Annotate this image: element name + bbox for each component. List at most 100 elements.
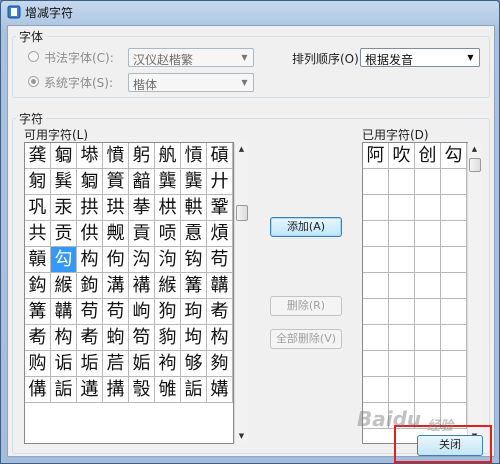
char-cell[interactable]: 韝 [51,299,77,325]
char-cell[interactable]: 唝 [155,221,181,247]
char-cell[interactable]: 共 [25,221,51,247]
used-char-cell[interactable] [415,299,441,325]
char-cell[interactable]: 憤 [103,143,129,169]
char-cell[interactable]: 緱 [51,273,77,299]
char-cell[interactable]: 供 [77,221,103,247]
char-cell[interactable]: 泃 [155,247,181,273]
char-cell[interactable]: 玽 [181,299,207,325]
char-cell[interactable]: 溝 [103,273,129,299]
used-char-cell[interactable] [441,351,467,377]
used-char-cell[interactable] [441,247,467,273]
char-cell[interactable]: 珙 [103,195,129,221]
used-char-cell[interactable] [441,377,467,403]
char-cell[interactable]: 够 [181,351,207,377]
used-char-cell[interactable] [389,169,415,195]
char-cell[interactable]: 沟 [129,247,155,273]
char-cell[interactable]: 拲 [129,195,155,221]
calligraphy-font-select[interactable]: 汉仪赵楷繁 ▼ [128,48,254,67]
char-cell[interactable]: 龔 [181,169,207,195]
char-cell[interactable]: 苟 [103,299,129,325]
used-char-cell[interactable] [415,325,441,351]
char-cell[interactable]: 苟 [207,247,233,273]
used-char-cell[interactable] [363,169,389,195]
char-cell[interactable]: 傋 [25,377,51,403]
char-cell[interactable]: 狗 [155,299,181,325]
used-char-cell[interactable] [389,325,415,351]
char-cell[interactable]: 鞏 [207,195,233,221]
char-cell[interactable]: 坸 [181,325,207,351]
delete-all-button[interactable]: 全部删除(V) [270,329,342,349]
used-char-cell[interactable] [389,221,415,247]
char-cell[interactable]: 熕 [207,221,233,247]
char-cell[interactable]: 购 [25,351,51,377]
char-cell[interactable]: 笱 [129,325,155,351]
used-char-cell[interactable]: 勾 [441,143,467,169]
used-char-cell[interactable] [415,247,441,273]
used-char-cell[interactable] [441,169,467,195]
used-chars-grid[interactable]: 阿吹创勾 [362,142,468,444]
used-char-cell[interactable] [415,273,441,299]
char-cell[interactable]: 遘 [77,377,103,403]
used-char-cell[interactable] [389,195,415,221]
used-char-cell[interactable] [415,195,441,221]
char-cell[interactable]: 巩 [25,195,51,221]
used-char-cell[interactable]: 阿 [363,143,389,169]
used-chars-scrollbar[interactable]: ▲ ▼ [467,143,481,443]
char-cell[interactable]: 勾 [51,247,77,273]
char-cell[interactable]: 拱 [77,195,103,221]
char-cell[interactable]: 貢 [129,221,155,247]
char-cell[interactable]: 栱 [155,195,181,221]
used-char-cell[interactable] [441,325,467,351]
char-cell[interactable]: 耇 [77,325,103,351]
char-cell[interactable]: 廾 [207,169,233,195]
used-char-cell[interactable] [389,377,415,403]
char-cell[interactable]: 詬 [181,377,207,403]
char-cell[interactable]: 夠 [207,351,233,377]
char-cell[interactable]: 媾 [207,377,233,403]
char-cell[interactable]: 愩 [181,143,207,169]
used-char-cell[interactable]: 吹 [389,143,415,169]
char-cell[interactable]: 耇 [25,325,51,351]
close-button[interactable]: 关闭 [417,435,483,456]
system-font-select[interactable]: 楷体 ▼ [128,73,254,92]
used-char-cell[interactable] [441,195,467,221]
char-cell[interactable]: 袧 [155,351,181,377]
used-char-cell[interactable] [389,299,415,325]
char-cell[interactable]: 髸 [51,169,77,195]
char-cell[interactable]: 輁 [181,195,207,221]
used-char-cell[interactable] [363,325,389,351]
char-cell[interactable]: 构 [207,325,233,351]
char-cell[interactable]: 垢 [77,351,103,377]
used-char-cell[interactable] [363,273,389,299]
char-cell[interactable]: 褠 [129,273,155,299]
used-char-cell[interactable] [441,273,467,299]
char-cell[interactable]: 匔 [77,169,103,195]
char-cell[interactable]: 搆 [103,377,129,403]
char-cell[interactable]: 构 [51,325,77,351]
char-cell[interactable]: 塨 [77,143,103,169]
char-cell[interactable]: 豿 [155,325,181,351]
system-font-radio[interactable] [28,76,39,87]
used-char-cell[interactable] [415,169,441,195]
used-char-cell[interactable] [389,247,415,273]
char-cell[interactable]: 篢 [103,169,129,195]
scroll-thumb[interactable] [236,205,248,221]
calligraphy-font-radio[interactable] [28,51,39,62]
char-cell[interactable]: 躬 [129,143,155,169]
char-cell[interactable]: 篝 [25,299,51,325]
char-cell[interactable]: 鈎 [25,273,51,299]
char-cell[interactable]: 舧 [155,143,181,169]
scroll-up-icon[interactable]: ▲ [468,143,481,156]
available-chars-scrollbar[interactable]: ▲ ▼ [234,143,248,443]
char-cell[interactable]: 苟 [77,299,103,325]
used-char-cell[interactable]: 创 [415,143,441,169]
scroll-thumb[interactable] [469,158,481,172]
used-char-cell[interactable] [363,247,389,273]
char-cell[interactable]: 贑 [25,247,51,273]
char-cell[interactable]: 诟 [51,351,77,377]
char-cell[interactable]: 慐 [181,221,207,247]
char-cell[interactable]: 汞 [51,195,77,221]
used-char-cell[interactable] [363,221,389,247]
char-cell[interactable]: 彀 [129,377,155,403]
used-char-cell[interactable] [441,221,467,247]
